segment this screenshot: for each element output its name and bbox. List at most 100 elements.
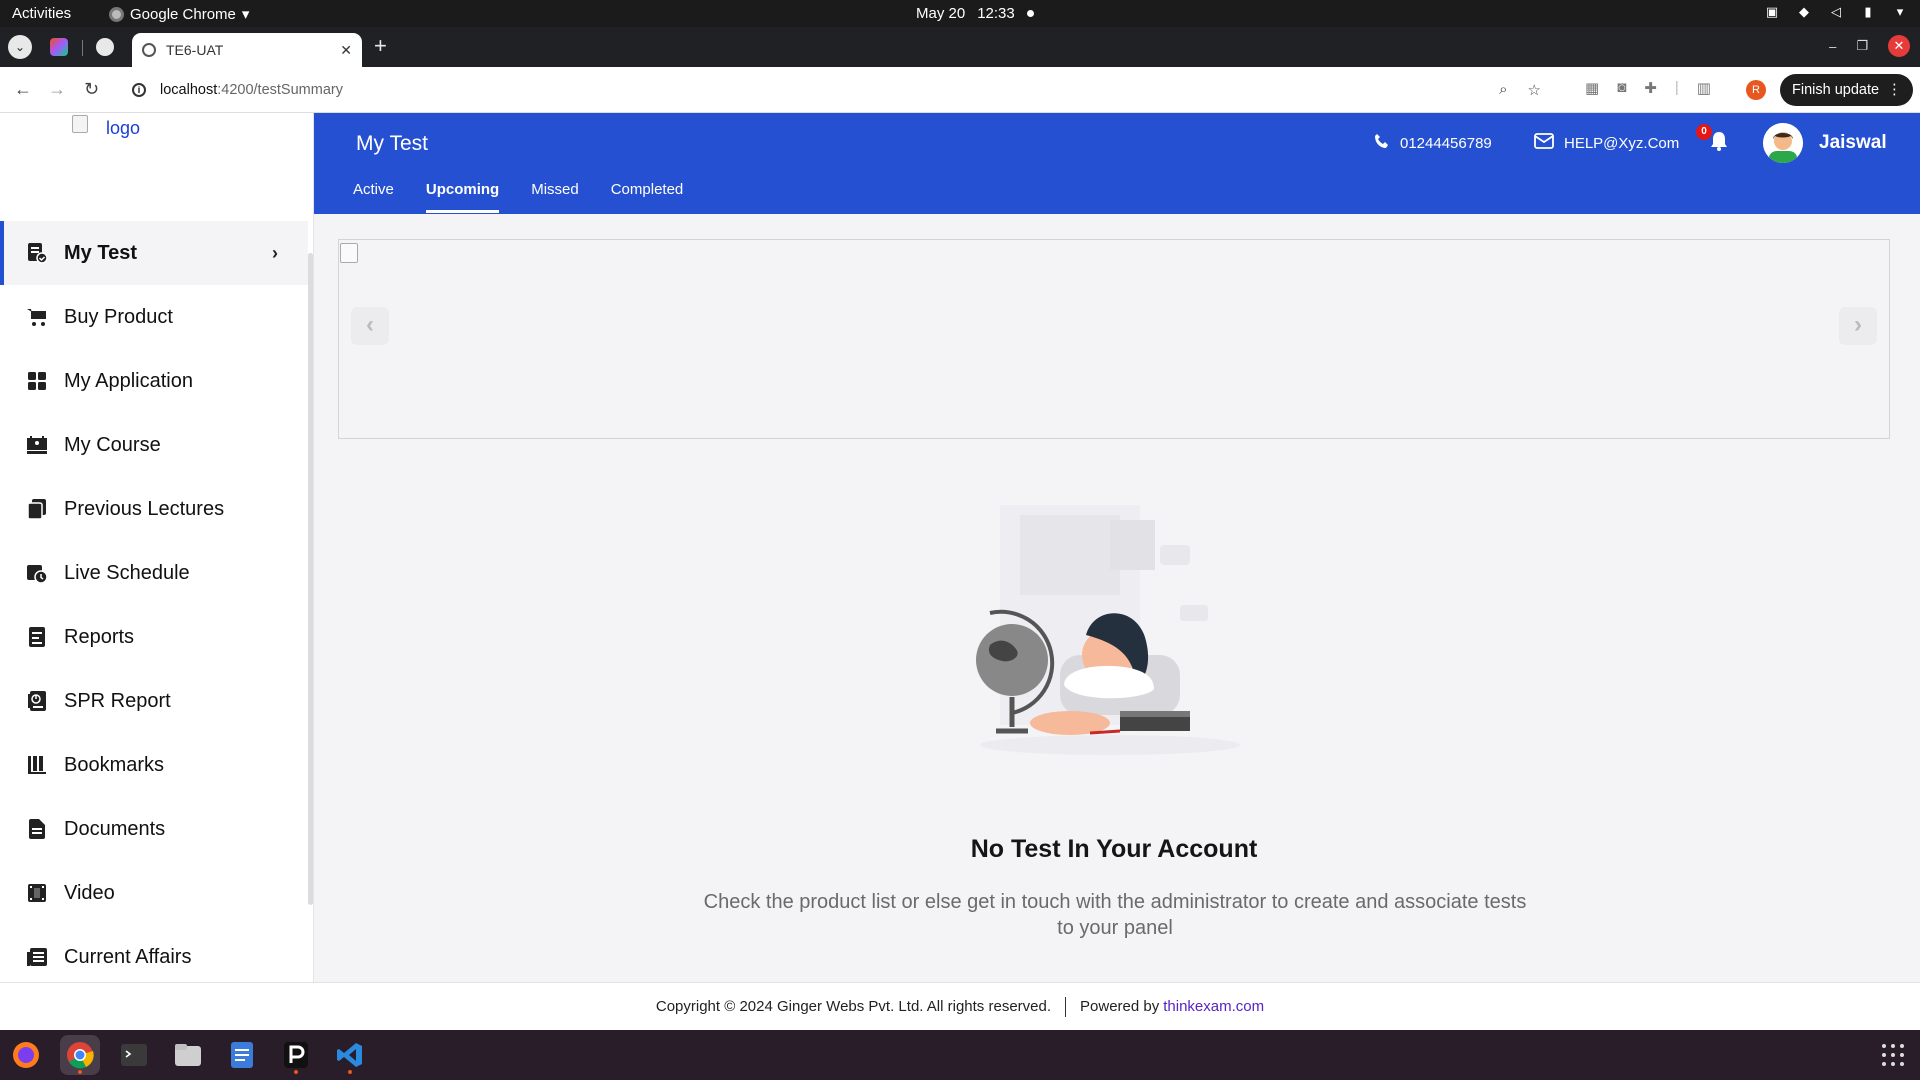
system-tray[interactable]: ▣ ◆ ◁ ▮ ▾ [1764,4,1908,20]
sidebar-item-current-affairs[interactable]: Current Affairs [0,925,308,982]
chrome-icon [109,6,124,22]
phone-icon [1374,133,1390,153]
phone-number: 01244456789 [1400,134,1492,152]
test-list-icon [26,242,48,264]
document-icon [26,818,48,840]
logo[interactable]: logo [72,115,140,139]
caret-down-icon: ▾ [241,6,250,23]
bookmarks-icon [26,754,48,776]
carousel-next-button[interactable]: › [1839,307,1877,345]
calendar-clock-icon [26,562,48,584]
wifi-icon: ◆ [1799,4,1809,19]
avatar[interactable] [1763,123,1803,163]
chart-report-icon [26,690,48,712]
sidebar-item-previous-lectures[interactable]: Previous Lectures [0,477,308,541]
video-icon [26,882,48,904]
notification-badge: 0 [1696,124,1712,140]
tab-missed[interactable]: Missed [531,181,579,213]
toolbar-divider: | [1674,79,1679,96]
os-top-bar: Activities Google Chrome ▾ May 20 12:33 … [0,0,1920,27]
figma-pinned-tab[interactable] [50,38,68,56]
window-controls: – ❐ ✕ [1829,35,1910,57]
bell-icon[interactable] [1709,130,1733,154]
caret-down-icon: ▾ [1896,4,1904,19]
report-icon [26,626,48,648]
sidebar-item-label: Bookmarks [64,753,165,776]
reload-icon[interactable]: ↻ [84,79,99,100]
extensions-icon[interactable]: ✚ [1644,79,1657,97]
sidebar-item-live-schedule[interactable]: Live Schedule [0,541,308,605]
finish-update-button[interactable]: Finish update ⋮ [1780,74,1913,106]
back-icon[interactable]: ← [14,79,32,100]
close-tab-icon[interactable]: ✕ [340,42,352,59]
footer-divider [1065,996,1067,1017]
text-editor-icon[interactable] [222,1035,262,1075]
site-info-icon[interactable]: i [132,83,146,97]
running-indicator [348,1070,352,1074]
sidebar-item-label: My Application [64,369,193,392]
files-icon[interactable] [168,1035,208,1075]
news-icon [26,946,48,968]
show-apps-icon[interactable] [1882,1044,1904,1066]
tab-te6-uat[interactable]: TE6-UAT ✕ [132,33,362,67]
pinned-tab-icon[interactable] [96,38,114,56]
zoom-icon[interactable]: ⌕ [1499,81,1507,99]
sidebar-item-documents[interactable]: Documents [0,797,308,861]
activities-button[interactable]: Activities [12,5,71,22]
empty-state-title: No Test In Your Account [970,835,1258,863]
url-path: :4200/testSummary [217,82,343,98]
side-panel-icon[interactable]: ▥ [1697,79,1711,97]
sidebar-item-bookmarks[interactable]: Bookmarks [0,733,308,797]
email-contact[interactable]: HELP@Xyz.Com [1534,133,1679,153]
restore-icon[interactable]: ❐ [1856,38,1868,54]
address-bar[interactable]: i localhost:4200/testSummary ⌕ ☆ [120,73,1565,107]
terminal-icon[interactable] [114,1035,154,1075]
app-menu[interactable]: Google Chrome ▾ [109,5,249,23]
sidebar-item-label: Reports [64,625,135,648]
tab-active[interactable]: Active [353,181,394,213]
firefox-icon[interactable] [6,1035,46,1075]
sidebar-item-label: Previous Lectures [64,497,225,520]
sidebar-item-video[interactable]: Video [0,861,308,925]
chrome-icon[interactable] [60,1035,100,1075]
sidebar-item-my-course[interactable]: My Course [0,413,308,477]
screenshot-icon[interactable]: ◙ [1617,79,1626,97]
qr-code-icon[interactable]: ▦ [1585,79,1599,97]
sidebar-item-my-test[interactable]: My Test › [0,221,308,285]
tab-upcoming[interactable]: Upcoming [425,181,500,213]
browser-toolbar: ← → ↻ i localhost:4200/testSummary ⌕ ☆ ▦… [0,67,1920,113]
chevron-right-icon: › [272,243,278,263]
vscode-icon[interactable] [330,1035,370,1075]
phone-contact[interactable]: 01244456789 [1374,133,1492,153]
sidebar-menu: My Test › Buy Product My Application My … [0,221,308,982]
banner-carousel: ‹ › [338,239,1890,439]
p-app-icon[interactable] [276,1035,316,1075]
forward-icon[interactable]: → [48,79,66,100]
battery-icon: ▮ [1864,4,1872,19]
browser-tab-strip: ⌄ TE6-UAT ✕ + – ❐ ✕ [0,27,1920,67]
minimize-icon[interactable]: – [1829,39,1836,54]
date: May 20 [916,5,966,22]
powered-by-label: Powered by [1080,998,1160,1015]
new-tab-button[interactable]: + [374,33,387,59]
clock[interactable]: May 20 12:33 [916,5,1034,22]
sidebar-item-label: Live Schedule [64,561,190,584]
profile-avatar[interactable]: R [1746,80,1766,100]
sidebar-item-my-application[interactable]: My Application [0,349,308,413]
carousel-prev-button[interactable]: ‹ [351,307,389,345]
sidebar-item-spr-report[interactable]: SPR Report [0,669,308,733]
close-window-icon[interactable]: ✕ [1888,35,1910,57]
bookmark-star-icon[interactable]: ☆ [1528,81,1541,99]
sidebar-item-label: Buy Product [64,305,173,328]
tab-completed[interactable]: Completed [611,181,684,213]
app-name: Google Chrome [130,5,236,23]
empty-state-description: Check the product list or else get in to… [703,891,1527,939]
user-name[interactable]: Jaiswal [1819,132,1887,154]
sidebar-item-buy-product[interactable]: Buy Product [0,285,308,349]
page-title: My Test [356,132,428,155]
tab-search-button[interactable]: ⌄ [8,35,32,59]
sidebar-scrollbar[interactable] [308,253,313,905]
thinkexam-link[interactable]: thinkexam.com [1163,998,1264,1015]
test-status-tabs: Active Upcoming Missed Completed [353,181,683,213]
sidebar-item-reports[interactable]: Reports [0,605,308,669]
